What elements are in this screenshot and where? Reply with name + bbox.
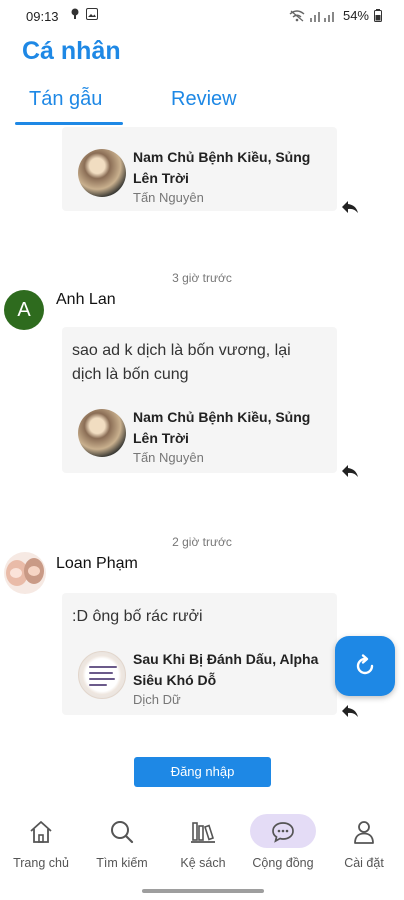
book-author: Tấn Nguyên: [133, 190, 204, 205]
book-reference[interactable]: Nam Chủ Bệnh Kiều, Sủng Lên Trời Tấn Ngu…: [78, 147, 333, 205]
nav-label: Kệ sách: [180, 856, 226, 870]
avatar[interactable]: A: [4, 290, 44, 330]
signal-icon: [309, 11, 334, 22]
nav-label: Trang chủ: [13, 856, 69, 870]
tab-chat[interactable]: Tán gẫu: [29, 88, 102, 111]
book-author: Dịch Dữ: [133, 692, 181, 707]
reply-icon[interactable]: [340, 703, 360, 719]
comment-feed[interactable]: Nam Chủ Bệnh Kiều, Sủng Lên Trời Tấn Ngu…: [0, 127, 404, 812]
username[interactable]: Loan Phạm: [56, 555, 138, 573]
book-reference[interactable]: Sau Khi Bị Đánh Dấu, Alpha Siêu Khó Dỗ D…: [78, 649, 333, 707]
tab-bar: Tán gẫu Review: [0, 82, 404, 127]
comment-card: :D ông bố rác rưởi Sau Khi Bị Đánh Dấu, …: [62, 593, 337, 715]
refresh-button[interactable]: [335, 636, 395, 696]
wifi-off-icon: [289, 9, 305, 21]
comment-text: :D ông bố rác rưởi: [72, 608, 203, 625]
tab-review[interactable]: Review: [171, 88, 237, 111]
image-icon: [86, 8, 98, 20]
bookshelf-icon: [191, 822, 215, 843]
book-title: Nam Chủ Bệnh Kiều, Sủng Lên Trời: [133, 409, 311, 446]
comment-time: 2 giờ trước: [172, 535, 232, 549]
book-cover: [78, 651, 126, 699]
refresh-icon: [356, 654, 374, 675]
avatar[interactable]: [4, 552, 46, 594]
chat-bubble-icon: [272, 822, 294, 843]
comment-card: Nam Chủ Bệnh Kiều, Sủng Lên Trời Tấn Ngu…: [62, 127, 337, 211]
nav-search[interactable]: Tìm kiếm: [82, 812, 162, 880]
username[interactable]: Anh Lan: [56, 291, 116, 309]
page-title: Cá nhân: [22, 37, 121, 65]
reply-icon[interactable]: [340, 199, 360, 215]
nav-settings[interactable]: Cài đặt: [324, 812, 404, 880]
book-cover: [78, 409, 126, 457]
battery-icon: [374, 9, 382, 22]
nav-label: Cộng đồng: [252, 856, 314, 870]
nav-community[interactable]: Cộng đồng: [243, 812, 323, 880]
book-cover: [78, 149, 126, 197]
search-icon: [111, 821, 134, 844]
comment-time: 3 giờ trước: [172, 271, 232, 285]
bottom-navigation: Trang chủ Tìm kiếm Kệ sách Cộng đồng Cài…: [0, 812, 404, 880]
book-title: Nam Chủ Bệnh Kiều, Sủng Lên Trời: [133, 149, 311, 186]
nav-label: Cài đặt: [344, 856, 384, 870]
book-title: Sau Khi Bị Đánh Dấu, Alpha Siêu Khó Dỗ: [133, 651, 319, 688]
reply-icon[interactable]: [340, 463, 360, 479]
nav-bookshelf[interactable]: Kệ sách: [163, 812, 243, 880]
book-author: Tấn Nguyên: [133, 450, 204, 465]
comment-card: sao ad k dịch là bốn vương, lại dịch là …: [62, 327, 337, 473]
battery-percent: 54%: [342, 8, 369, 23]
notification-dot-icon: [71, 8, 79, 19]
login-button[interactable]: Đăng nhập: [134, 757, 271, 787]
book-reference[interactable]: Nam Chủ Bệnh Kiều, Sủng Lên Trời Tấn Ngu…: [78, 407, 333, 465]
home-indicator: [142, 889, 264, 893]
status-bar: 09:13 54%: [0, 0, 404, 34]
user-icon: [354, 821, 374, 844]
comment-text: sao ad k dịch là bốn vương, lại dịch là …: [72, 342, 291, 383]
nav-home[interactable]: Trang chủ: [1, 812, 81, 880]
status-time: 09:13: [26, 9, 59, 24]
nav-label: Tìm kiếm: [96, 856, 148, 870]
active-tab-indicator: [15, 122, 123, 125]
home-icon: [30, 821, 52, 843]
